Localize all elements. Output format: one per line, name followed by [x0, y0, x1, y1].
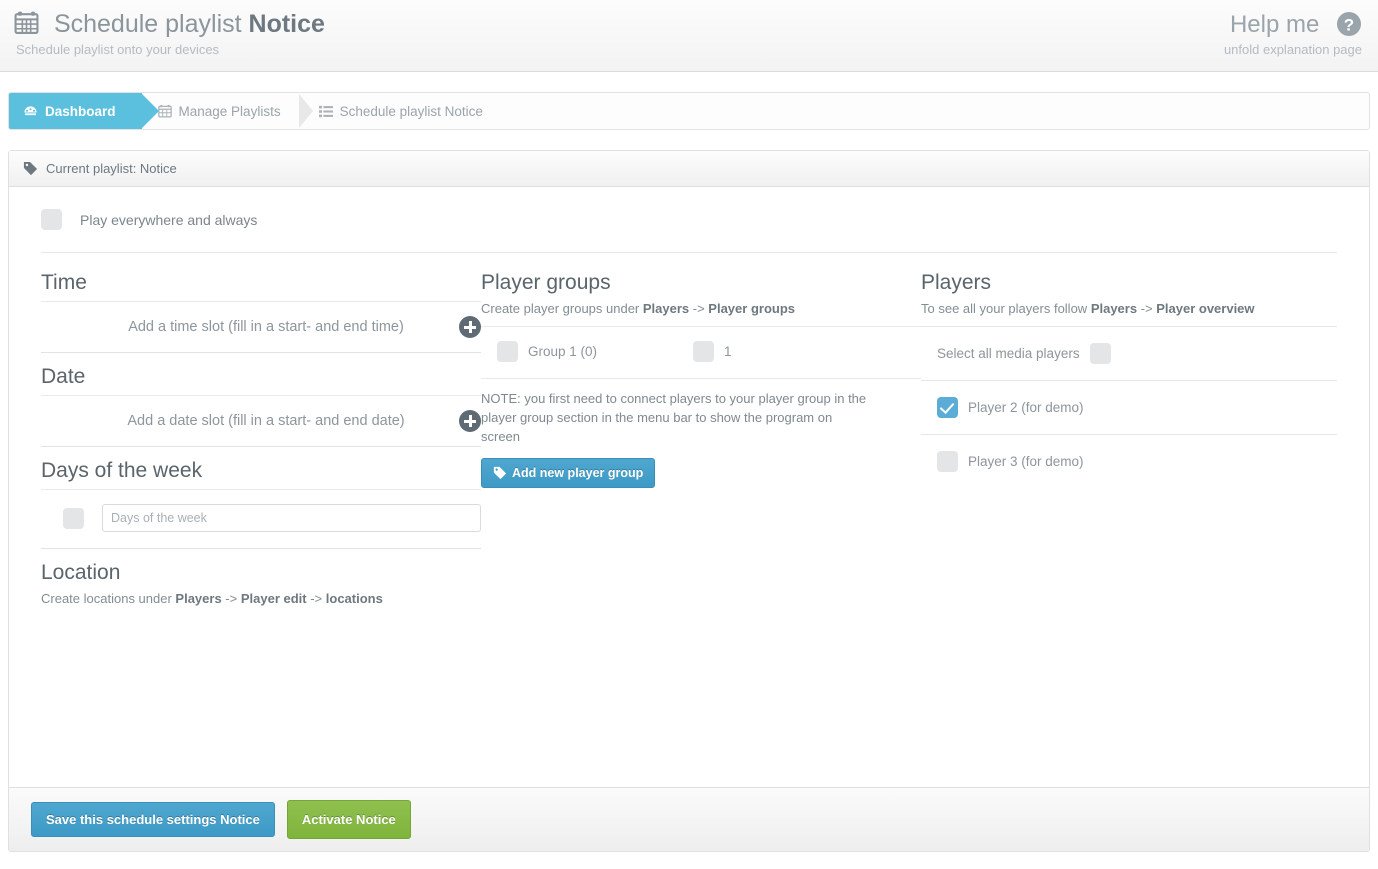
- player-groups-column: Player groups Create player groups under…: [481, 269, 921, 616]
- players-title: Players: [921, 271, 992, 294]
- players-hint-arrow: ->: [1137, 301, 1157, 316]
- player-groups-list: Group 1 (0) 1: [481, 326, 921, 379]
- panel-footer: Save this schedule settings Notice Activ…: [9, 787, 1369, 851]
- player-checkbox[interactable]: [937, 397, 958, 418]
- player-label: Player 2 (for demo): [968, 400, 1084, 415]
- list-icon: [318, 105, 333, 118]
- location-hint-players: Players: [175, 591, 222, 606]
- play-everywhere-row[interactable]: Play everywhere and always: [41, 209, 1337, 253]
- page-title: Schedule playlist Notice: [14, 9, 325, 39]
- save-schedule-settings-button[interactable]: Save this schedule settings Notice: [31, 802, 275, 837]
- play-everywhere-checkbox[interactable]: [41, 209, 62, 230]
- breadcrumb-item-schedule-playlist[interactable]: Schedule playlist Notice: [303, 93, 505, 129]
- player-groups-hint-player-groups: Player groups: [708, 301, 795, 316]
- save-schedule-settings-label: Save this schedule settings Notice: [46, 812, 260, 827]
- players-hint: To see all your players follow Players -…: [921, 301, 1337, 316]
- panel-header: Current playlist: Notice: [9, 151, 1369, 187]
- location-section-title: Location: [41, 561, 121, 584]
- player-groups-note: NOTE: you first need to connect players …: [481, 391, 867, 444]
- activate-playlist-button[interactable]: Activate Notice: [286, 800, 411, 839]
- activate-playlist-label: Activate Notice: [301, 812, 396, 827]
- add-date-slot-row[interactable]: Add a date slot (fill in a start- and en…: [41, 395, 481, 446]
- add-date-slot-label: Add a date slot (fill in a start- and en…: [127, 413, 405, 429]
- divider: [41, 548, 481, 549]
- breadcrumb-item-dashboard[interactable]: Dashboard: [9, 93, 158, 129]
- player-groups-hint-pre: Create player groups under: [481, 301, 643, 316]
- location-hint-player-edit: Player edit: [240, 591, 307, 606]
- tag-icon: [493, 466, 507, 480]
- player-group-checkbox[interactable]: [497, 341, 518, 362]
- days-of-week-row[interactable]: [41, 489, 481, 548]
- add-new-player-group-button[interactable]: Add new player group: [481, 458, 656, 488]
- player-groups-title: Player groups: [481, 271, 611, 294]
- players-hint-pre: To see all your players follow: [921, 301, 1091, 316]
- days-of-week-input[interactable]: [102, 504, 481, 532]
- days-of-week-checkbox[interactable]: [63, 507, 84, 529]
- question-circle-icon[interactable]: ?: [1336, 11, 1362, 37]
- dashboard-icon: [23, 104, 38, 119]
- play-everywhere-label: Play everywhere and always: [80, 211, 258, 228]
- location-hint-locations: locations: [325, 591, 383, 606]
- player-group-label: 1: [724, 344, 732, 359]
- player-group-checkbox[interactable]: [693, 341, 714, 362]
- player-groups-hint-arrow: ->: [689, 301, 709, 316]
- add-time-slot-label: Add a time slot (fill in a start- and en…: [128, 319, 404, 335]
- location-hint-arrow-2: ->: [306, 591, 326, 606]
- panel-body: Play everywhere and always Time Add a ti…: [9, 187, 1369, 787]
- player-checkbox[interactable]: [937, 451, 958, 472]
- calendar-icon: [157, 104, 172, 118]
- player-group-item[interactable]: Group 1 (0): [497, 341, 693, 362]
- schedule-columns: Time Add a time slot (fill in a start- a…: [9, 253, 1369, 616]
- player-label: Player 3 (for demo): [968, 454, 1084, 469]
- player-group-label: Group 1 (0): [528, 344, 598, 359]
- panel-header-title: Current playlist: Notice: [46, 161, 177, 176]
- select-all-players-label: Select all media players: [937, 346, 1080, 361]
- time-section-title: Time: [41, 271, 87, 294]
- players-column: Players To see all your players follow P…: [921, 269, 1337, 616]
- location-hint: Create locations under Players -> Player…: [41, 591, 481, 606]
- page-subtitle: Schedule playlist onto your devices: [16, 42, 220, 57]
- date-section-title: Date: [41, 365, 86, 388]
- player-row[interactable]: Player 2 (for demo): [921, 380, 1337, 434]
- svg-text:?: ?: [1344, 16, 1354, 35]
- help-me-label: Help me: [1229, 11, 1320, 38]
- breadcrumb-label: Schedule playlist Notice: [339, 103, 483, 119]
- player-group-item[interactable]: 1: [693, 341, 889, 362]
- page-header: Schedule playlist Notice Schedule playli…: [0, 0, 1378, 72]
- calendar-icon: [14, 10, 39, 35]
- page-title-prefix: Schedule playlist: [53, 10, 249, 38]
- player-row[interactable]: Player 3 (for demo): [921, 434, 1337, 488]
- breadcrumb-label: Dashboard: [45, 103, 116, 119]
- add-date-slot-plus-icon[interactable]: [459, 410, 481, 432]
- location-hint-arrow-1: ->: [221, 591, 241, 606]
- add-new-player-group-label: Add new player group: [512, 466, 644, 480]
- breadcrumb-item-manage-playlists[interactable]: Manage Playlists: [142, 93, 313, 129]
- select-all-players-checkbox[interactable]: [1089, 343, 1111, 364]
- page-title-playlist-name: Notice: [248, 10, 325, 38]
- add-time-slot-row[interactable]: Add a time slot (fill in a start- and en…: [41, 301, 481, 352]
- select-all-players-row[interactable]: Select all media players: [921, 326, 1337, 380]
- location-hint-pre: Create locations under: [41, 591, 176, 606]
- help-me-subtitle: unfold explanation page: [1223, 42, 1362, 57]
- breadcrumb-label: Manage Playlists: [178, 103, 281, 119]
- player-groups-hint: Create player groups under Players -> Pl…: [481, 301, 921, 316]
- breadcrumb: Dashboard Manage Playlists Schedule play…: [8, 92, 1370, 130]
- player-groups-hint-players: Players: [642, 301, 690, 316]
- add-time-slot-plus-icon[interactable]: [459, 316, 481, 338]
- header-left-block: Schedule playlist Notice Schedule playli…: [14, 9, 325, 57]
- players-hint-players: Players: [1090, 301, 1138, 316]
- header-right-block[interactable]: Help me ? unfold explanation page: [1224, 10, 1362, 57]
- tag-icon: [23, 161, 38, 176]
- time-column: Time Add a time slot (fill in a start- a…: [41, 269, 481, 616]
- schedule-panel: Current playlist: Notice Play everywhere…: [8, 150, 1370, 852]
- divider: [41, 446, 481, 447]
- help-me-button[interactable]: Help me ?: [1224, 10, 1362, 40]
- days-of-week-section-title: Days of the week: [41, 459, 203, 482]
- players-hint-player-overview: Player overview: [1156, 301, 1255, 316]
- divider: [41, 352, 481, 353]
